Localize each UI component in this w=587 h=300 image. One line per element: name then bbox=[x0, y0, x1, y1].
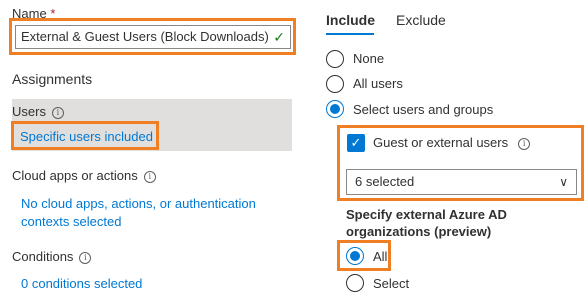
info-icon[interactable]: i bbox=[143, 171, 156, 183]
tab-exclude[interactable]: Exclude bbox=[396, 12, 446, 28]
tab-include[interactable]: Include bbox=[326, 12, 375, 28]
radio-all-users[interactable] bbox=[326, 75, 344, 93]
info-icon[interactable]: i bbox=[51, 107, 64, 119]
cloud-apps-link[interactable]: No cloud apps, actions, or authenticatio… bbox=[21, 195, 281, 231]
radio-select-users-label: Select users and groups bbox=[353, 102, 494, 117]
radio-orgs-select-label: Select bbox=[373, 276, 410, 291]
radio-all-users-label: All users bbox=[353, 76, 403, 91]
tab-include-underline bbox=[326, 33, 374, 35]
orgs-all-highlight bbox=[337, 240, 391, 271]
users-title: Users i bbox=[12, 104, 64, 119]
name-input-highlight bbox=[9, 18, 296, 55]
conditions-title: Conditions i bbox=[12, 249, 92, 264]
external-orgs-heading: Specify external Azure AD organizations … bbox=[346, 207, 507, 239]
radio-none[interactable] bbox=[326, 50, 344, 68]
guest-options-highlight bbox=[337, 125, 584, 201]
radio-orgs-select[interactable] bbox=[346, 274, 364, 292]
radio-select-users[interactable] bbox=[326, 100, 344, 118]
radio-none-label: None bbox=[353, 51, 385, 66]
assignments-heading: Assignments bbox=[12, 71, 93, 87]
conditions-link[interactable]: 0 conditions selected bbox=[21, 276, 142, 291]
users-link-highlight bbox=[11, 121, 159, 150]
info-icon[interactable]: i bbox=[79, 252, 92, 264]
cloud-apps-title: Cloud apps or actions i bbox=[12, 168, 156, 183]
